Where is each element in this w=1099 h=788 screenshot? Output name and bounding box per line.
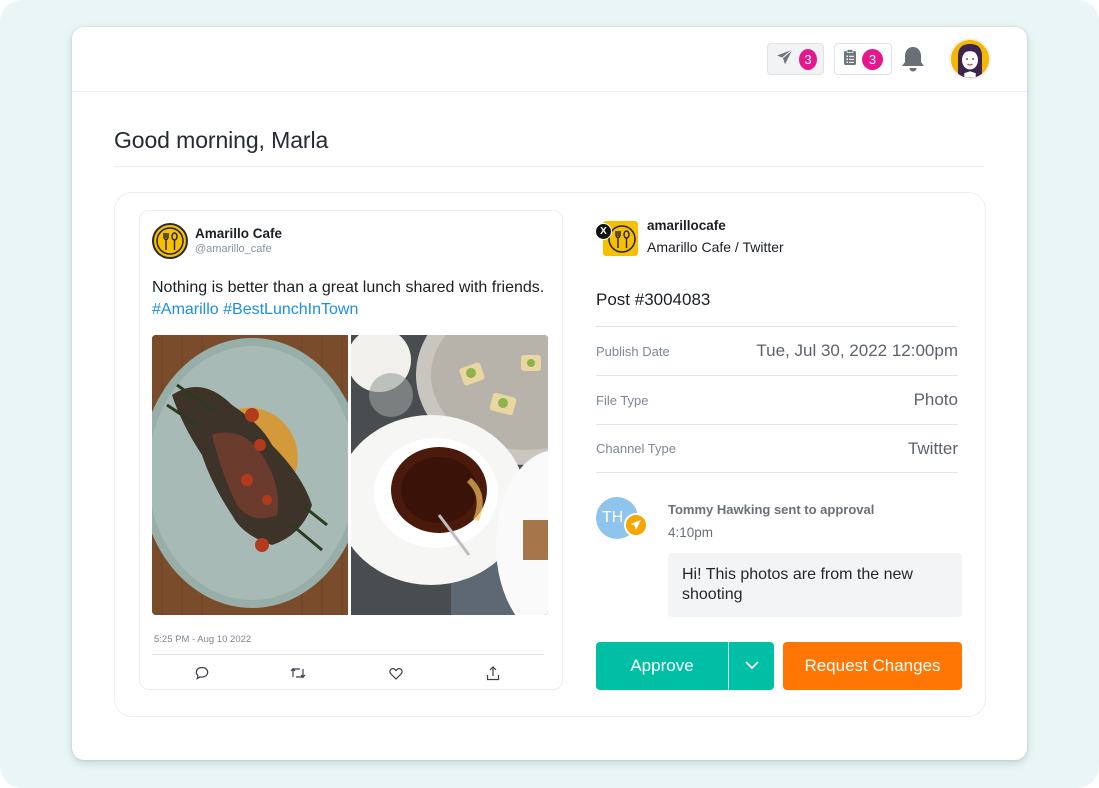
tasks-count-badge: 3 <box>862 48 883 70</box>
tea-cup-photo[interactable] <box>351 335 548 615</box>
tasks-button[interactable]: 3 <box>834 43 892 75</box>
steak-plate-photo[interactable] <box>152 335 348 615</box>
meta-label: Publish Date <box>596 343 670 359</box>
like-icon[interactable] <box>386 663 406 683</box>
x-network-icon: X <box>595 223 612 240</box>
sent-count-badge: 3 <box>799 48 817 70</box>
divider <box>152 654 544 655</box>
tweet-timestamp: 5:25 PM - Aug 10 2022 <box>154 634 252 645</box>
meta-row-file-type: File Type Photo <box>596 375 958 424</box>
tweet-body: Nothing is better than a great lunch sha… <box>152 279 545 296</box>
meta-value: Tue, Jul 30, 2022 12:00pm <box>756 341 958 360</box>
share-icon[interactable] <box>483 663 503 683</box>
activity-time: 4:10pm <box>668 525 714 540</box>
meta-label: File Type <box>596 392 649 408</box>
greeting-heading: Good morning, Marla <box>114 127 329 153</box>
tweet-text: Nothing is better than a great lunch sha… <box>152 277 552 321</box>
meta-value: Twitter <box>907 438 958 458</box>
chevron-down-icon <box>744 657 760 675</box>
hashtag-link[interactable]: #Amarillo <box>152 301 219 318</box>
account-channel: Amarillo Cafe / Twitter <box>647 239 784 255</box>
user-avatar[interactable] <box>949 38 991 80</box>
tweet-media <box>152 335 548 615</box>
tweet-actions <box>152 663 544 683</box>
paper-plane-icon <box>776 48 794 70</box>
tweet-handle: @amarillo_cafe <box>195 243 272 255</box>
post-approval-card: Amarillo Cafe @amarillo_cafe Nothing is … <box>114 192 986 717</box>
post-id: Post #3004083 <box>596 290 711 309</box>
activity-message: Hi! This photos are from the new shootin… <box>668 553 962 617</box>
app-window: 3 3 Good morning, Marla Amarillo Cafe @a… <box>72 27 1027 760</box>
clipboard-list-icon <box>843 48 857 70</box>
account-username: amarillocafe <box>647 218 726 233</box>
meta-value: Photo <box>913 390 958 409</box>
tweet-display-name: Amarillo Cafe <box>195 226 283 241</box>
top-bar: 3 3 <box>72 27 1027 92</box>
approve-button[interactable]: Approve <box>596 642 729 690</box>
retweet-icon[interactable] <box>288 663 308 683</box>
approve-options-dropdown[interactable] <box>729 642 774 690</box>
approve-split-button: Approve <box>596 642 774 690</box>
meta-row-channel-type: Channel Type Twitter <box>596 424 958 473</box>
sent-approvals-button[interactable]: 3 <box>767 43 824 75</box>
request-changes-button[interactable]: Request Changes <box>783 642 962 690</box>
meta-row-publish-date: Publish Date Tue, Jul 30, 2022 12:00pm <box>596 326 958 375</box>
activity-title: Tommy Hawking sent to approval <box>668 502 875 517</box>
paper-plane-icon <box>624 513 648 537</box>
divider <box>114 166 984 167</box>
cafe-logo-icon <box>152 223 188 259</box>
reply-icon[interactable] <box>192 663 212 683</box>
bell-icon[interactable] <box>900 45 926 73</box>
meta-label: Channel Type <box>596 441 676 456</box>
hashtag-link[interactable]: #BestLunchInTown <box>223 301 358 318</box>
tweet-preview: Amarillo Cafe @amarillo_cafe Nothing is … <box>139 210 563 690</box>
